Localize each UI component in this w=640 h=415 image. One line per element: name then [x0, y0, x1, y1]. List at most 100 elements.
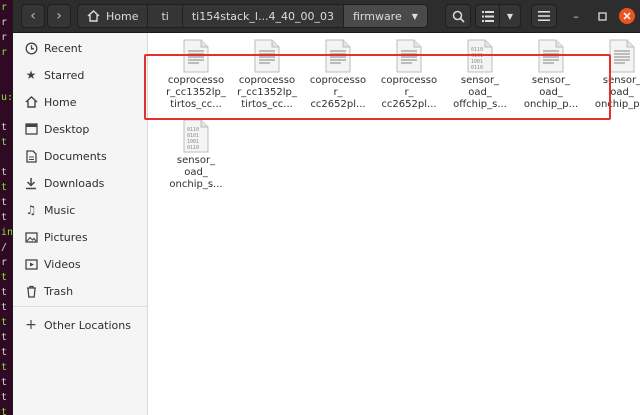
svg-text:0110: 0110	[187, 145, 199, 151]
terminal-glyph: t	[1, 287, 8, 298]
terminal-glyph	[0, 75, 12, 90]
breadcrumb-firmware[interactable]: firmware ▼	[342, 4, 428, 28]
sidebar-item-label: Music	[44, 203, 76, 217]
places-sidebar: Recent ★ Starred Home Desktop Documents …	[13, 33, 148, 415]
terminal-glyph: t	[1, 407, 8, 415]
desktop-icon	[23, 123, 39, 135]
search-icon	[452, 10, 465, 23]
breadcrumb-ti154stack[interactable]: ti154stack_l...4_40_00_03	[181, 4, 344, 28]
sidebar-item-label: Trash	[44, 284, 74, 298]
recent-clock-icon	[23, 42, 39, 55]
documents-icon	[23, 149, 39, 163]
back-button[interactable]: ‹	[21, 4, 45, 28]
hamburger-menu-icon	[538, 11, 550, 21]
forward-icon: ›	[56, 8, 62, 24]
close-icon	[623, 12, 631, 20]
main-menu-button[interactable]	[531, 4, 557, 28]
terminal-glyph: t	[1, 302, 8, 313]
pictures-icon	[23, 231, 39, 243]
terminal-glyph: t	[1, 182, 8, 193]
terminal-glyph: r	[1, 32, 8, 43]
text-file-icon	[609, 39, 635, 73]
terminal-glyph: t	[1, 347, 8, 358]
sidebar-item-other-locations[interactable]: + Other Locations	[13, 314, 148, 336]
sidebar-item-home[interactable]: Home	[13, 91, 148, 113]
sidebar-item-desktop[interactable]: Desktop	[13, 118, 148, 140]
terminal-glyph	[0, 150, 12, 165]
trash-icon	[23, 285, 39, 298]
view-options-dropdown[interactable]: ▼	[499, 4, 521, 28]
breadcrumb: Home ti ti154stack_l...4_40_00_03 firmwa…	[77, 4, 428, 28]
terminal-glyph: r	[1, 257, 8, 268]
terminal-glyph: t	[1, 317, 8, 328]
sidebar-item-downloads[interactable]: Downloads	[13, 172, 148, 194]
terminal-glyph: t	[1, 272, 8, 283]
minimize-button[interactable]: –	[568, 8, 584, 24]
sidebar-item-documents[interactable]: Documents	[13, 145, 148, 167]
sidebar-item-label: Videos	[44, 257, 81, 271]
header-bar: ‹ › Home ti ti154stack_l...4_40_00_03 fi…	[13, 0, 640, 33]
videos-icon	[23, 258, 39, 270]
sidebar-item-label: Starred	[44, 68, 85, 82]
terminal-glyph	[0, 60, 12, 75]
terminal-glyph: t	[1, 122, 8, 133]
breadcrumb-label: ti	[161, 9, 169, 23]
minimize-icon: –	[573, 9, 579, 23]
terminal-glyph: t	[1, 362, 8, 373]
terminal-glyph: r	[1, 47, 8, 58]
plus-icon: +	[25, 317, 37, 333]
chevron-down-icon: ▼	[506, 11, 514, 21]
sidebar-item-label: Downloads	[44, 176, 105, 190]
downloads-icon	[23, 177, 39, 190]
terminal-glyph: u:	[1, 92, 12, 103]
terminal-glyph: in	[1, 227, 12, 238]
chevron-down-icon: ▼	[411, 11, 418, 21]
sidebar-item-label: Desktop	[44, 122, 90, 136]
breadcrumb-ti[interactable]: ti	[147, 4, 183, 28]
file-manager-window: ‹ › Home ti ti154stack_l...4_40_00_03 fi…	[12, 0, 640, 415]
sidebar-item-label: Documents	[44, 149, 107, 163]
terminal-glyph: t	[1, 377, 8, 388]
terminal-glyph: r	[1, 17, 8, 28]
sidebar-item-pictures[interactable]: Pictures	[13, 226, 148, 248]
terminal-glyph: t	[1, 167, 8, 178]
terminal-glyph: t	[1, 392, 8, 403]
sidebar-item-label: Pictures	[44, 230, 88, 244]
search-button[interactable]	[445, 4, 471, 28]
sidebar-item-label: Home	[44, 95, 77, 109]
sidebar-item-label: Recent	[44, 41, 83, 55]
sidebar-item-trash[interactable]: Trash	[13, 280, 148, 302]
breadcrumb-label: ti154stack_l...4_40_00_03	[191, 9, 334, 23]
terminal-glyph: r	[1, 2, 8, 13]
view-list-button[interactable]	[475, 4, 500, 28]
breadcrumb-label: firmware	[352, 9, 402, 23]
background-terminal-strip: r r r r u: t t t t t t in / r t t t t t t t t t t	[0, 0, 12, 415]
forward-button[interactable]: ›	[47, 4, 71, 28]
terminal-glyph: t	[1, 332, 8, 343]
file-item[interactable]: 0110 0101 1001 0110 sensor_ oad_ onchip_s..…	[161, 115, 231, 195]
annotation-highlight-box	[144, 54, 611, 120]
terminal-glyph: t	[1, 197, 8, 208]
sidebar-item-videos[interactable]: Videos	[13, 253, 148, 275]
terminal-glyph: t	[1, 137, 8, 148]
maximize-icon	[597, 11, 607, 21]
maximize-button[interactable]	[594, 8, 610, 24]
sidebar-item-label: Other Locations	[44, 318, 131, 332]
sidebar-item-recent[interactable]: Recent	[13, 37, 148, 59]
sidebar-item-starred[interactable]: ★ Starred	[13, 64, 148, 86]
terminal-glyph	[0, 105, 12, 120]
terminal-glyph: /	[1, 242, 8, 253]
binary-file-icon: 0110010110010110	[183, 119, 209, 153]
music-icon: ♫	[25, 203, 37, 217]
breadcrumb-home[interactable]: Home	[77, 4, 149, 28]
list-view-icon	[481, 10, 494, 22]
home-icon	[23, 96, 39, 108]
star-icon: ★	[25, 68, 37, 82]
breadcrumb-label: Home	[106, 9, 139, 23]
close-button[interactable]	[619, 8, 635, 24]
home-icon	[87, 10, 100, 22]
file-name: sensor_ oad_ onchip_s...	[169, 155, 223, 190]
sidebar-item-music[interactable]: ♫ Music	[13, 199, 148, 221]
terminal-glyph: t	[1, 212, 8, 223]
sidebar-divider	[13, 306, 148, 307]
